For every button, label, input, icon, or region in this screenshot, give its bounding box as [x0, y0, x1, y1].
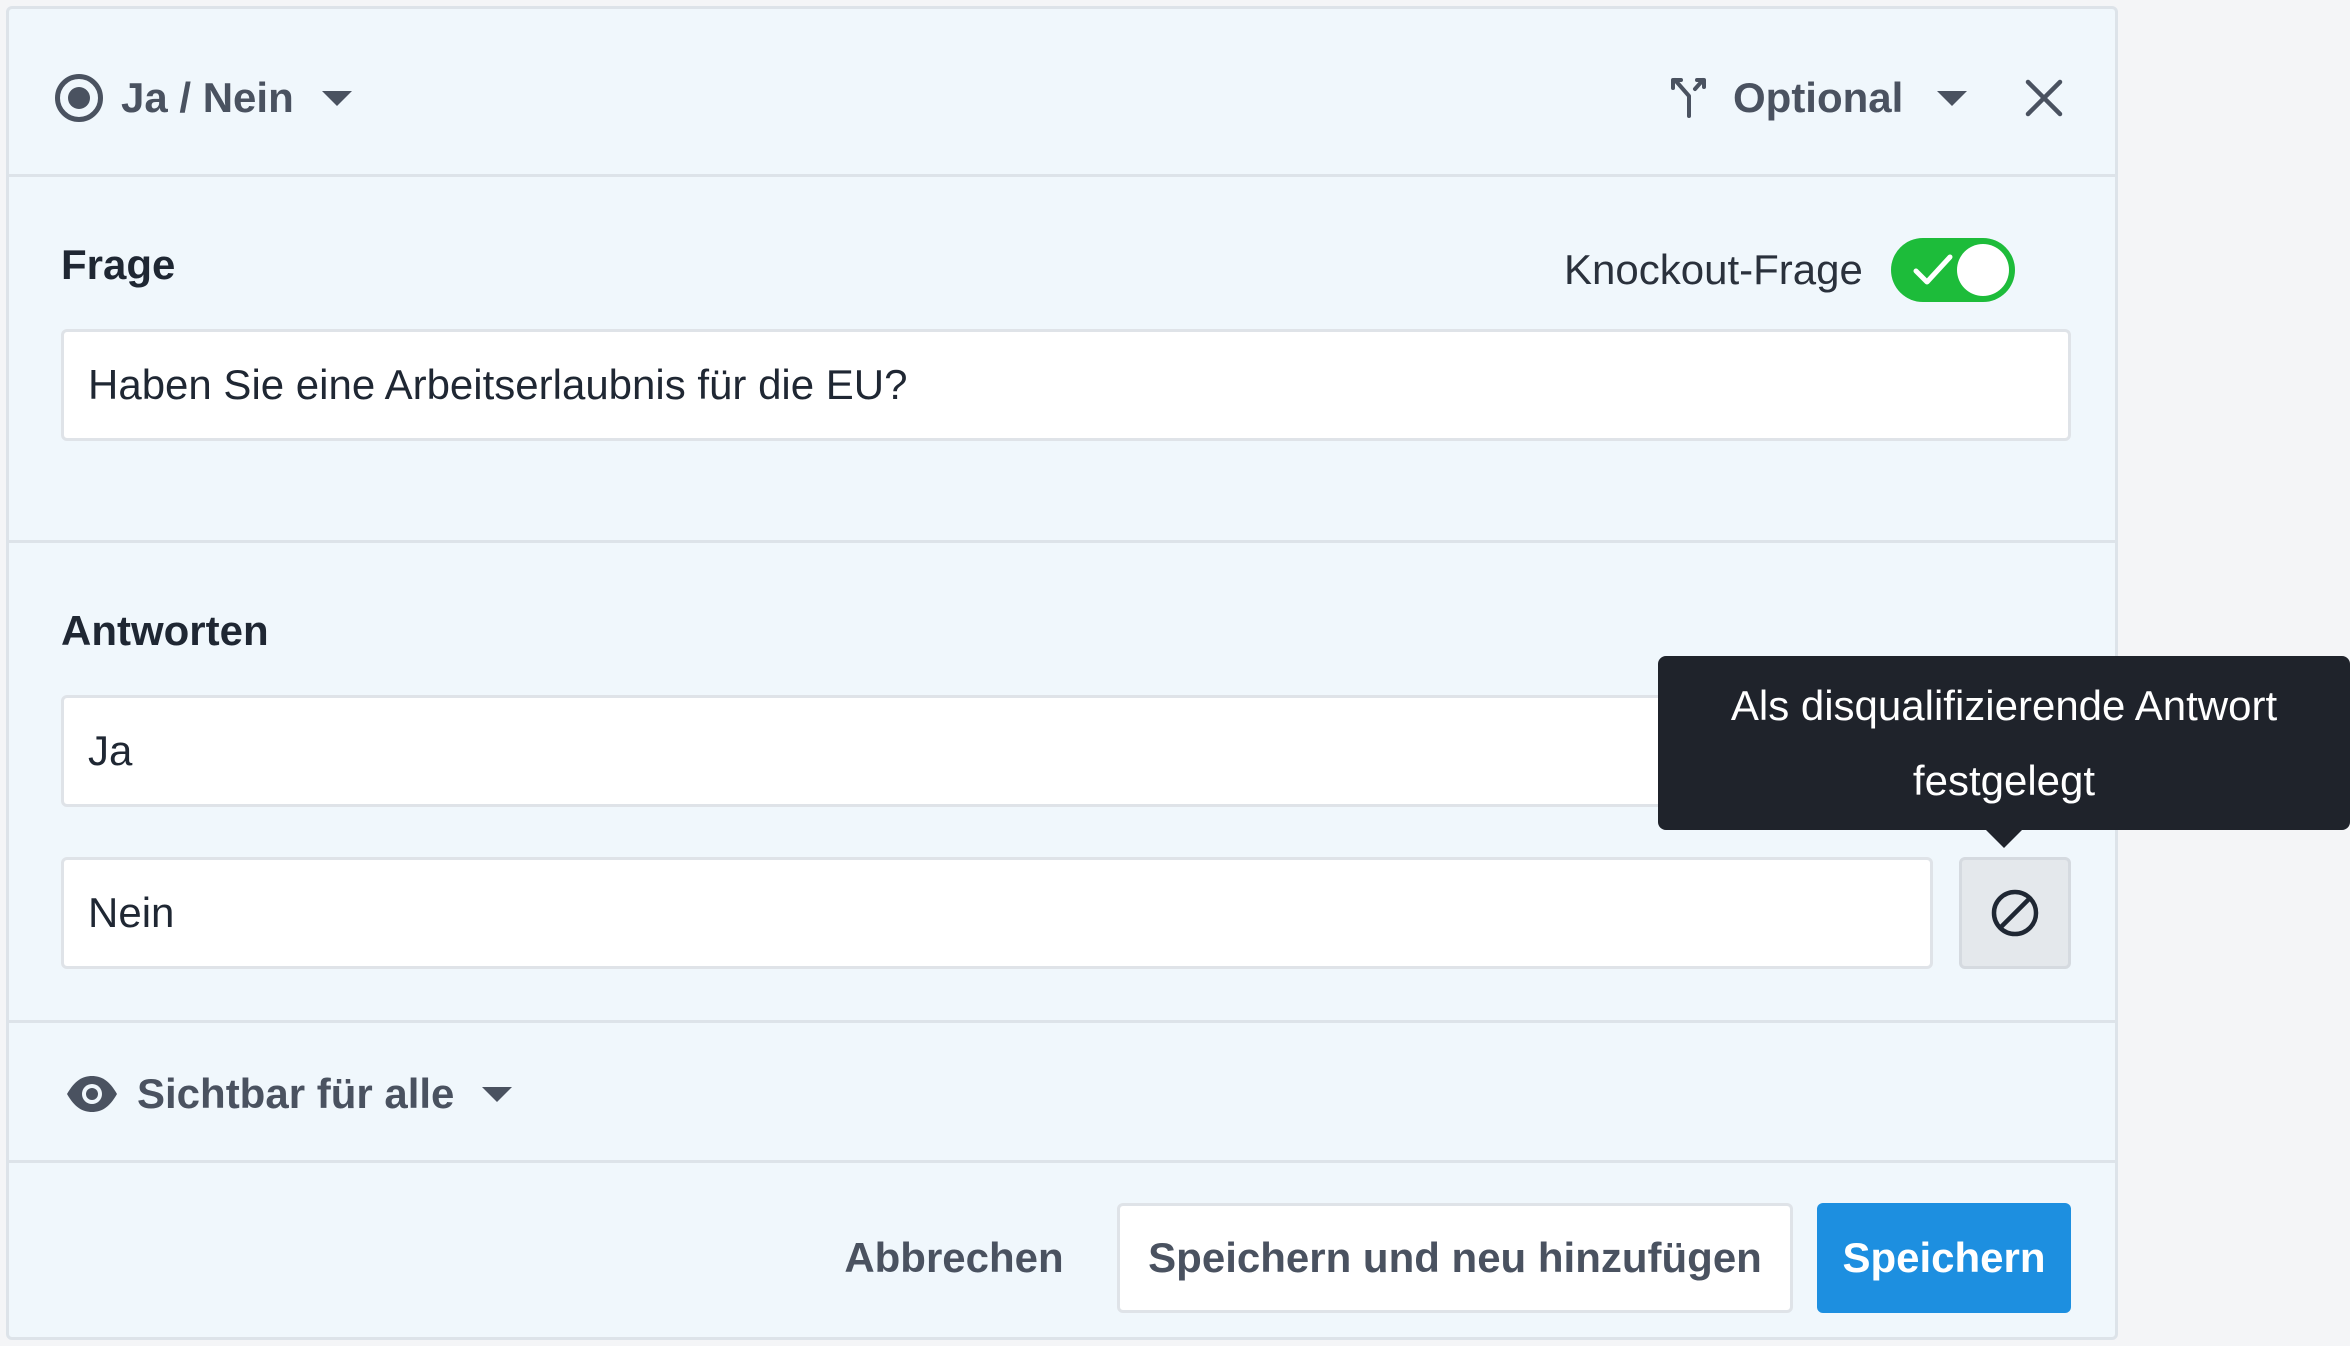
block-icon [1991, 889, 2039, 937]
editor-header: Ja / Nein Optional [9, 9, 2115, 177]
tooltip-line-1: Als disqualifizierende Antwort [1730, 682, 2278, 729]
knockout-toggle[interactable] [1890, 238, 2015, 302]
question-section: Frage Knockout-Frage Haben Sie eine Arbe… [9, 177, 2115, 543]
question-type-dropdown[interactable]: Ja / Nein [55, 67, 352, 129]
requirement-dropdown[interactable]: Optional [1669, 67, 1968, 129]
cancel-button[interactable]: Abbrechen [819, 1203, 1089, 1313]
eye-icon [67, 1076, 117, 1112]
toggle-knob [1956, 244, 2009, 296]
visibility-label: Sichtbar für alle [137, 1070, 455, 1117]
visibility-section: Sichtbar für alle [9, 1023, 2115, 1163]
save-and-new-button[interactable]: Speichern und neu hinzufügen [1117, 1203, 1793, 1313]
check-icon [1913, 254, 1953, 285]
requirement-label: Optional [1733, 74, 1904, 121]
question-type-label: Ja / Nein [121, 74, 294, 121]
close-button[interactable] [2019, 73, 2069, 123]
visibility-dropdown[interactable]: Sichtbar für alle [65, 1063, 513, 1125]
answers-heading: Antworten [61, 607, 269, 654]
chevron-down-icon [482, 1086, 513, 1102]
question-heading: Frage [61, 241, 176, 288]
question-input[interactable]: Haben Sie eine Arbeitserlaubnis für die … [61, 329, 2071, 441]
editor-footer: Abbrechen Speichern und neu hinzufügen S… [9, 1163, 2115, 1337]
knockout-control: Knockout-Frage [1564, 237, 2015, 303]
disqualify-toggle-button[interactable] [1959, 857, 2071, 969]
tooltip-line-2: festgelegt [1912, 757, 2096, 804]
knockout-label: Knockout-Frage [1564, 246, 1863, 293]
disqualify-tooltip: Als disqualifizierende Antwort festgeleg… [1658, 656, 2350, 830]
close-icon [2025, 79, 2063, 117]
radio-icon [55, 74, 103, 122]
branch-icon [1669, 76, 1709, 120]
save-button[interactable]: Speichern [1817, 1203, 2071, 1313]
chevron-down-icon [321, 90, 352, 106]
answer-input-nein[interactable]: Nein [61, 857, 1933, 969]
chevron-down-icon [1937, 90, 1968, 106]
